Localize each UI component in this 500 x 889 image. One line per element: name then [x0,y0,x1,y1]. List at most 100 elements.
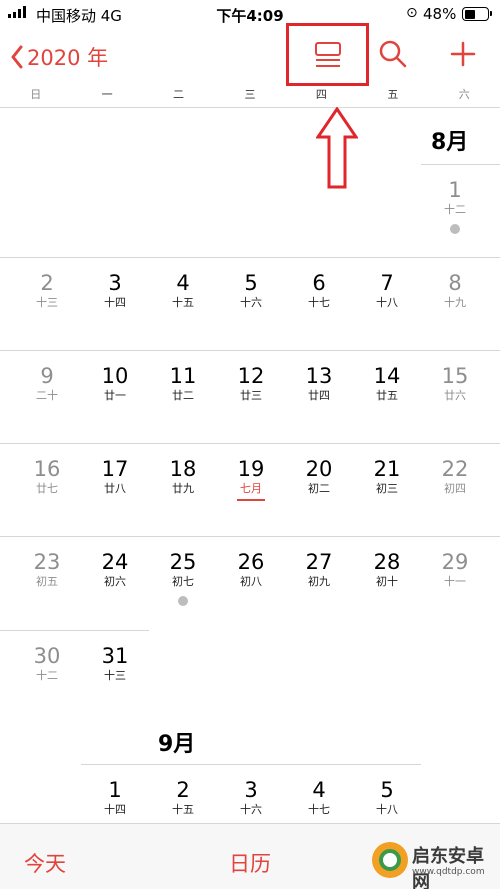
lunar-date: 廿三 [240,389,262,402]
day-cell[interactable]: 20 初二 [285,457,353,497]
lunar-date: 十四 [104,296,126,309]
week-divider [0,257,500,258]
lunar-date: 初二 [308,482,330,495]
day-cell[interactable]: 12 廿三 [217,364,285,404]
day-cell[interactable]: 1 十四 [81,778,149,818]
day-cell[interactable]: 23 初五 [13,550,81,590]
watermark-url: www.qdtdp.com [412,867,485,877]
lunar-date: 廿五 [376,389,398,402]
day-cell[interactable]: 2 十五 [149,778,217,818]
event-dot [450,224,460,234]
back-to-year-button[interactable]: 2020 年 [10,42,108,72]
orientation-lock-icon: ⊙ [406,5,418,21]
weekday-label: 一 [101,88,113,101]
annotation-arrow-icon [316,107,358,189]
day-cell[interactable]: 15 廿六 [421,364,489,404]
day-cell[interactable]: 31 十三 [81,644,149,684]
day-cell[interactable]: 24 初六 [81,550,149,590]
battery-percent: 48% [423,5,457,23]
lunar-date: 初八 [240,575,262,588]
today-button[interactable]: 今天 [24,848,66,878]
weekday-header: 日 一 二 三 四 五 六 [0,86,500,108]
battery-icon [462,7,492,21]
weekday-label: 六 [458,88,470,101]
search-button[interactable] [378,39,408,73]
day-cell[interactable]: 8 十九 [421,271,489,311]
lunar-date: 廿一 [104,389,126,402]
lunar-date: 廿九 [172,482,194,495]
day-cell[interactable]: 11 廿二 [149,364,217,404]
day-cell[interactable]: 2 十三 [13,271,81,311]
day-cell[interactable]: 14 廿五 [353,364,421,404]
weekday-label: 三 [244,88,256,101]
day-cell[interactable]: 25 初七 [149,550,217,606]
day-cell[interactable]: 17 廿八 [81,457,149,497]
lunar-date: 十八 [376,803,398,816]
day-number: 2 [176,778,190,802]
day-number: 23 [33,550,61,574]
weekday-label: 日 [30,88,42,101]
day-cell[interactable]: 30 十二 [13,644,81,684]
calendars-button[interactable]: 日历 [229,848,271,878]
day-number: 2 [40,271,54,295]
weekday-label: 五 [387,88,399,101]
day-cell[interactable]: 22 初四 [421,457,489,497]
list-view-button[interactable] [286,23,369,86]
day-cell[interactable]: 29 十一 [421,550,489,590]
day-cell[interactable]: 4 十七 [285,778,353,818]
day-number: 4 [312,778,326,802]
day-cell[interactable]: 1 十二 [421,178,489,234]
lunar-date: 初五 [36,575,58,588]
day-number: 3 [108,271,122,295]
day-cell[interactable]: 27 初九 [285,550,353,590]
day-number: 14 [373,364,401,388]
day-cell[interactable]: 26 初八 [217,550,285,590]
day-number: 1 [448,178,462,202]
day-cell[interactable]: 28 初十 [353,550,421,590]
day-cell[interactable]: 18 廿九 [149,457,217,497]
add-event-button[interactable] [449,40,477,72]
search-icon [379,40,407,68]
day-number: 13 [305,364,333,388]
lunar-date: 十五 [172,296,194,309]
status-bar: 中国移动 4G 下午4:09 ⊙ 48% [0,0,500,30]
day-number: 18 [169,457,197,481]
day-number: 31 [101,644,129,668]
day-number: 24 [101,550,129,574]
day-number: 4 [176,271,190,295]
day-cell[interactable]: 7 十八 [353,271,421,311]
day-number: 3 [244,778,258,802]
day-cell[interactable]: 10 廿一 [81,364,149,404]
lunar-date: 初四 [444,482,466,495]
day-cell-today[interactable]: 19 七月 [217,457,285,501]
month-label: 9月 [158,732,196,757]
day-cell[interactable]: 3 十六 [217,778,285,818]
day-number: 6 [312,271,326,295]
back-label: 2020 年 [27,46,109,70]
watermark-logo-icon [372,842,408,878]
lunar-date: 初六 [104,575,126,588]
day-cell[interactable]: 6 十七 [285,271,353,311]
week-divider [0,630,149,631]
day-cell[interactable]: 5 十八 [353,778,421,818]
today-underline [237,499,265,501]
day-cell[interactable]: 9 二十 [13,364,81,404]
weekday-label: 二 [173,88,185,101]
day-cell[interactable]: 4 十五 [149,271,217,311]
lunar-date: 廿四 [308,389,330,402]
day-number: 5 [380,778,394,802]
day-cell[interactable]: 13 廿四 [285,364,353,404]
lunar-date: 十二 [444,203,466,216]
day-number: 21 [373,457,401,481]
lunar-date: 初十 [376,575,398,588]
day-cell[interactable]: 21 初三 [353,457,421,497]
week-divider [0,443,500,444]
chevron-left-icon [11,45,23,69]
day-number: 22 [441,457,469,481]
day-cell[interactable]: 5 十六 [217,271,285,311]
day-cell[interactable]: 16 廿七 [13,457,81,497]
day-number: 7 [380,271,394,295]
week-divider [81,764,421,765]
day-cell[interactable]: 3 十四 [81,271,149,311]
day-number: 17 [101,457,129,481]
